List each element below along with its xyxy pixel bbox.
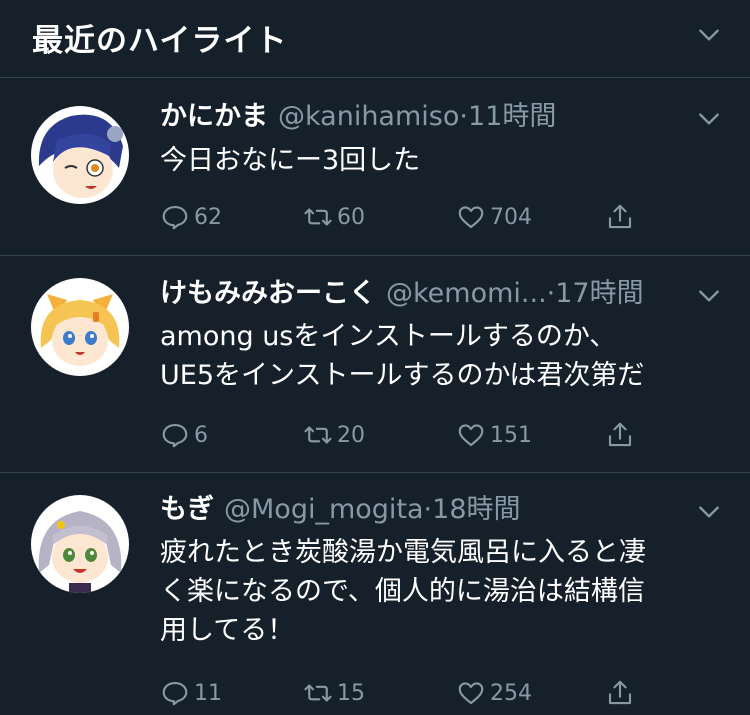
reply-button[interactable]: 62	[160, 199, 222, 235]
like-count: 254	[490, 680, 532, 706]
share-icon	[605, 202, 639, 232]
reply-icon	[160, 420, 194, 450]
like-count: 704	[490, 204, 532, 230]
retweet-icon	[303, 202, 337, 232]
like-button[interactable]: 704	[456, 199, 532, 235]
retweet-icon	[303, 420, 337, 450]
separator-dot: ·	[459, 101, 468, 132]
chevron-down-icon[interactable]	[696, 22, 722, 48]
retweet-count: 15	[337, 680, 365, 706]
reply-count: 11	[194, 680, 222, 706]
retweet-button[interactable]: 60	[303, 199, 365, 235]
heart-icon	[456, 678, 490, 708]
retweet-count: 60	[337, 204, 365, 230]
share-button[interactable]	[605, 417, 639, 453]
share-icon	[605, 420, 639, 450]
handle[interactable]: @Mogi_mogita	[224, 494, 424, 525]
like-count: 151	[490, 422, 532, 448]
chevron-down-icon[interactable]	[696, 283, 722, 309]
reply-count: 62	[194, 204, 222, 230]
retweet-button[interactable]: 20	[303, 417, 365, 453]
tweet-actions: 6 20 151	[160, 417, 650, 453]
reply-button[interactable]: 11	[160, 675, 222, 711]
share-icon	[605, 678, 639, 708]
reply-button[interactable]: 6	[160, 417, 208, 453]
timestamp[interactable]: 18時間	[432, 494, 520, 525]
tweet-header: もぎ @Mogi_mogita·18時間	[160, 490, 521, 530]
section-header: 最近のハイライト	[0, 0, 750, 78]
heart-icon	[456, 202, 490, 232]
display-name[interactable]: もぎ	[160, 494, 214, 525]
retweet-button[interactable]: 15	[303, 675, 365, 711]
tweet-card[interactable]: もぎ @Mogi_mogita·18時間 疲れたとき炭酸湯か電気風呂に入ると凄 く…	[0, 473, 750, 715]
retweet-icon	[303, 678, 337, 708]
avatar[interactable]	[31, 495, 129, 593]
chevron-down-icon[interactable]	[696, 106, 722, 132]
tweet-text: 疲れたとき炭酸湯か電気風呂に入ると凄 く楽になるので、個人的に湯治は結構信 用し…	[160, 537, 646, 646]
display-name[interactable]: かにかま	[160, 101, 268, 132]
timestamp[interactable]: 17時間	[555, 278, 643, 309]
share-button[interactable]	[605, 199, 639, 235]
tweet-card[interactable]: けもみみおーこく @kemomi...·17時間 among usをインストールす…	[0, 256, 750, 473]
avatar[interactable]	[31, 106, 129, 204]
separator-dot: ·	[546, 278, 556, 309]
tweet-header: かにかま @kanihamiso·11時間	[160, 97, 556, 137]
share-button[interactable]	[605, 675, 639, 711]
reply-count: 6	[194, 422, 208, 448]
chevron-down-icon[interactable]	[696, 499, 722, 525]
retweet-count: 20	[337, 422, 365, 448]
tweet-card[interactable]: かにかま @kanihamiso·11時間 今日おなにー3回した 62 60 70…	[0, 78, 750, 256]
reply-icon	[160, 202, 194, 232]
section-title: 最近のハイライト	[32, 23, 288, 59]
like-button[interactable]: 254	[456, 675, 532, 711]
separator-dot: ·	[423, 494, 433, 525]
tweet-text: among usをインストールするのか、 UE5をインストールするのかは君次第だ	[160, 321, 645, 391]
avatar[interactable]	[31, 278, 129, 376]
display-name[interactable]: けもみみおーこく	[160, 278, 376, 309]
heart-icon	[456, 420, 490, 450]
tweet-actions: 11 15 254	[160, 675, 650, 711]
tweet-text: 今日おなにー3回した	[160, 145, 421, 176]
handle[interactable]: @kemomi...	[386, 278, 547, 309]
tweet-header: けもみみおーこく @kemomi...·17時間	[160, 274, 644, 314]
reply-icon	[160, 678, 194, 708]
handle[interactable]: @kanihamiso	[278, 101, 459, 132]
like-button[interactable]: 151	[456, 417, 532, 453]
timestamp[interactable]: 11時間	[468, 101, 556, 132]
tweet-actions: 62 60 704	[160, 199, 650, 235]
